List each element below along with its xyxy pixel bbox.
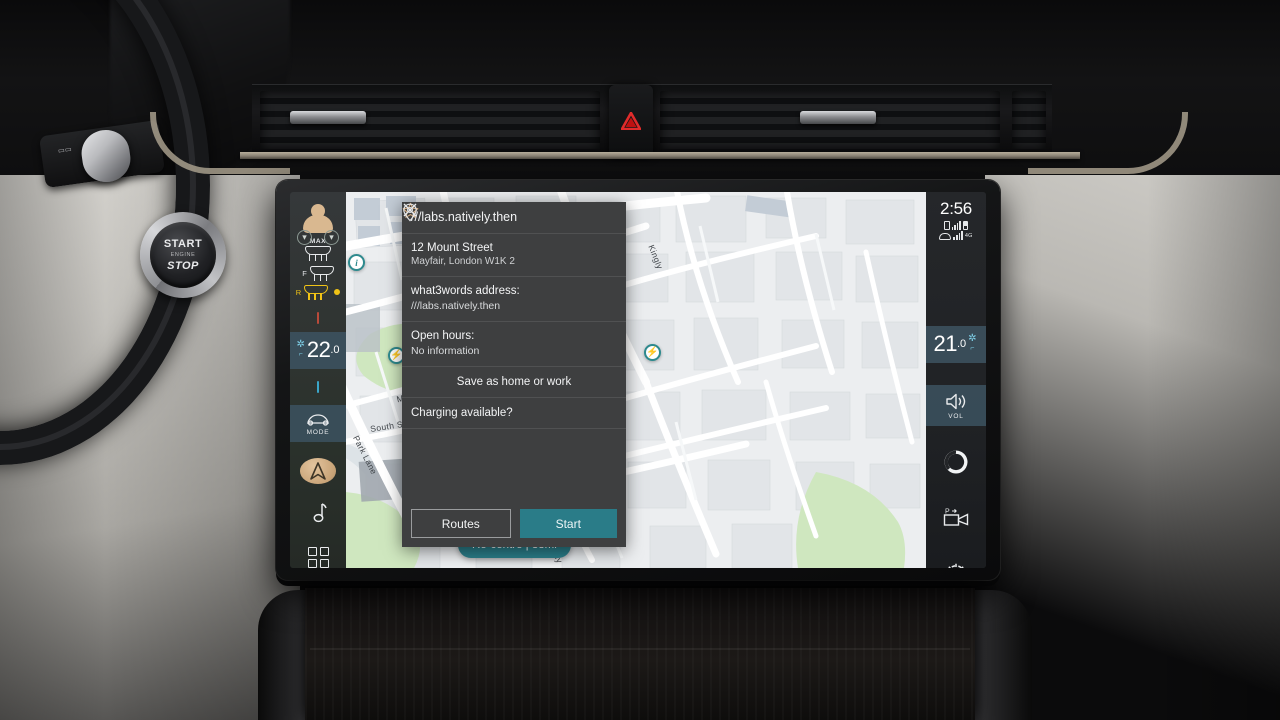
start-label: START <box>163 237 203 250</box>
engine-label: ENGINE <box>170 251 196 258</box>
sim-card-icon <box>943 221 950 230</box>
map-pin-icon <box>403 203 417 222</box>
passenger-temperature-control[interactable]: 21 .0 ✲ ⌐ <box>926 326 986 363</box>
driver-temperature-decimal: .0 <box>330 344 340 357</box>
driver-temperature-value: 22 <box>306 337 331 363</box>
charging-available-button[interactable]: Charging available? <box>402 398 626 429</box>
navigation-arrow-icon <box>310 462 326 481</box>
panel-w3w-value: ///labs.natively.then <box>411 300 501 312</box>
seat-temp-down-icon[interactable]: ▾ <box>297 230 312 245</box>
hazard-triangle-icon <box>621 112 641 130</box>
gear-settings-icon <box>948 563 964 568</box>
start-stop-ring: START ENGINE STOP <box>140 212 226 298</box>
drive-mode-button[interactable]: MODE <box>290 405 346 443</box>
navigation-map[interactable]: Oxford StreetDuke StreetBrook StreetNew … <box>346 192 926 568</box>
apps-button[interactable] <box>307 547 329 568</box>
power-circle-icon <box>944 450 968 474</box>
panel-address-line2: Mayfair, London W1K 2 <box>411 256 515 267</box>
snowflake-icon: ✲ ⌐ <box>296 339 305 359</box>
panel-hours-value: No information <box>411 345 480 357</box>
infotainment-bezel: ▾ ▾ MAX F R ✲ ⌐ 22 .0 MODE Kingly South … <box>276 180 1000 580</box>
svg-text:P: P <box>945 509 950 516</box>
rear-defrost-button[interactable]: R <box>295 284 341 301</box>
start-stop-engine-button[interactable]: START ENGINE STOP <box>150 222 216 288</box>
battery-icon <box>962 221 969 230</box>
phone-signal-bars <box>951 220 961 230</box>
settings-button[interactable] <box>944 562 968 568</box>
panel-title: ///labs.natively.then <box>411 210 518 224</box>
info-marker[interactable]: i <box>348 254 365 271</box>
panel-spacer <box>402 429 626 500</box>
center-air-vents <box>252 84 1052 157</box>
start-navigation-button[interactable]: Start <box>519 509 617 538</box>
panel-w3w-section: what3words address: ///labs.natively.the… <box>402 277 626 322</box>
front-defrost-button[interactable]: F <box>302 265 334 282</box>
panel-hours-key: Open hours: <box>411 330 475 342</box>
panel-header: ///labs.natively.then <box>402 202 626 234</box>
vent-left-slider[interactable] <box>290 111 366 124</box>
parking-camera-button[interactable]: P <box>943 507 969 532</box>
volume-button[interactable]: VOL <box>926 385 986 426</box>
drive-mode-label: MODE <box>306 429 330 437</box>
clock: 2:56 <box>940 199 972 218</box>
temp-cool-tick-left <box>317 381 319 394</box>
max-defrost-icon[interactable] <box>305 245 331 261</box>
driver-temperature-control[interactable]: ✲ ⌐ 22 .0 <box>290 332 346 370</box>
vent-right[interactable] <box>660 91 1000 149</box>
seat-occupant-icon[interactable]: ▾ ▾ <box>296 202 340 245</box>
stop-label: STOP <box>167 259 199 272</box>
car-interior-scene: ▭▭ START ENGINE STOP ▾ ▾ MAX F R ✲ ⌐ 22 … <box>0 0 1280 720</box>
infotainment-screen: ▾ ▾ MAX F R ✲ ⌐ 22 .0 MODE Kingly South … <box>290 192 986 568</box>
lightning-bolt-icon: ⚡ <box>646 347 659 358</box>
front-defrost-label: F <box>302 268 307 278</box>
phone-status-row <box>943 220 969 230</box>
car-antenna-icon <box>939 232 952 240</box>
vehicle-signal-bars <box>953 231 963 240</box>
vehicle-network-row: 4G <box>939 231 973 240</box>
save-as-home-or-work-button[interactable]: Save as home or work <box>402 367 626 398</box>
status-rail-right: 2:56 4G 21 .0 ✲ ⌐ VOL P <box>926 192 986 568</box>
rear-defrost-indicator <box>334 289 341 296</box>
passenger-temperature-decimal: .0 <box>956 338 967 350</box>
panel-address-line1: 12 Mount Street <box>411 242 493 254</box>
navigation-button[interactable] <box>300 458 336 484</box>
panel-address-row[interactable]: 12 Mount Street Mayfair, London W1K 2 <box>402 203 626 277</box>
panel-footer: Routes Start <box>402 500 626 547</box>
power-button[interactable] <box>944 450 968 479</box>
snowflake-icon: ✲ ⌐ <box>968 333 977 353</box>
charging-marker[interactable]: ⚡ <box>644 344 661 361</box>
app-grid-icon <box>307 547 317 556</box>
dash-chrome-strip <box>240 152 1080 159</box>
poi-info-panel: ///labs.natively.then 12 Mount Street Ma… <box>402 202 626 547</box>
console-seam <box>310 648 970 650</box>
passenger-temperature-value: 21 <box>933 331 957 356</box>
network-type-label: 4G <box>964 233 973 239</box>
climate-rail-left: ▾ ▾ MAX F R ✲ ⌐ 22 .0 MODE <box>290 192 346 568</box>
panel-w3w-key: what3words address: <box>411 285 520 297</box>
rear-defrost-label: R <box>295 287 302 297</box>
front-defrost-icon <box>309 266 334 282</box>
lightning-bolt-icon: ⚡ <box>390 350 403 361</box>
center-console-wood-trim <box>305 588 975 720</box>
routes-button[interactable]: Routes <box>411 509 511 538</box>
vent-left[interactable] <box>260 91 600 149</box>
panel-hours-section: Open hours: No information <box>402 322 626 367</box>
hazard-light-button[interactable] <box>609 85 653 157</box>
media-button[interactable] <box>309 502 327 529</box>
temp-warm-tick-left <box>317 312 319 325</box>
seat-temp-up-icon[interactable]: ▾ <box>324 230 339 245</box>
music-note-icon <box>313 503 327 523</box>
info-i-icon: i <box>355 257 358 268</box>
car-mode-icon <box>307 414 329 427</box>
volume-label: VOL <box>948 413 964 420</box>
vent-right-slider[interactable] <box>800 111 876 124</box>
parking-camera-icon: P <box>943 509 969 526</box>
rear-defrost-icon <box>304 285 329 301</box>
speaker-volume-icon <box>946 393 966 410</box>
